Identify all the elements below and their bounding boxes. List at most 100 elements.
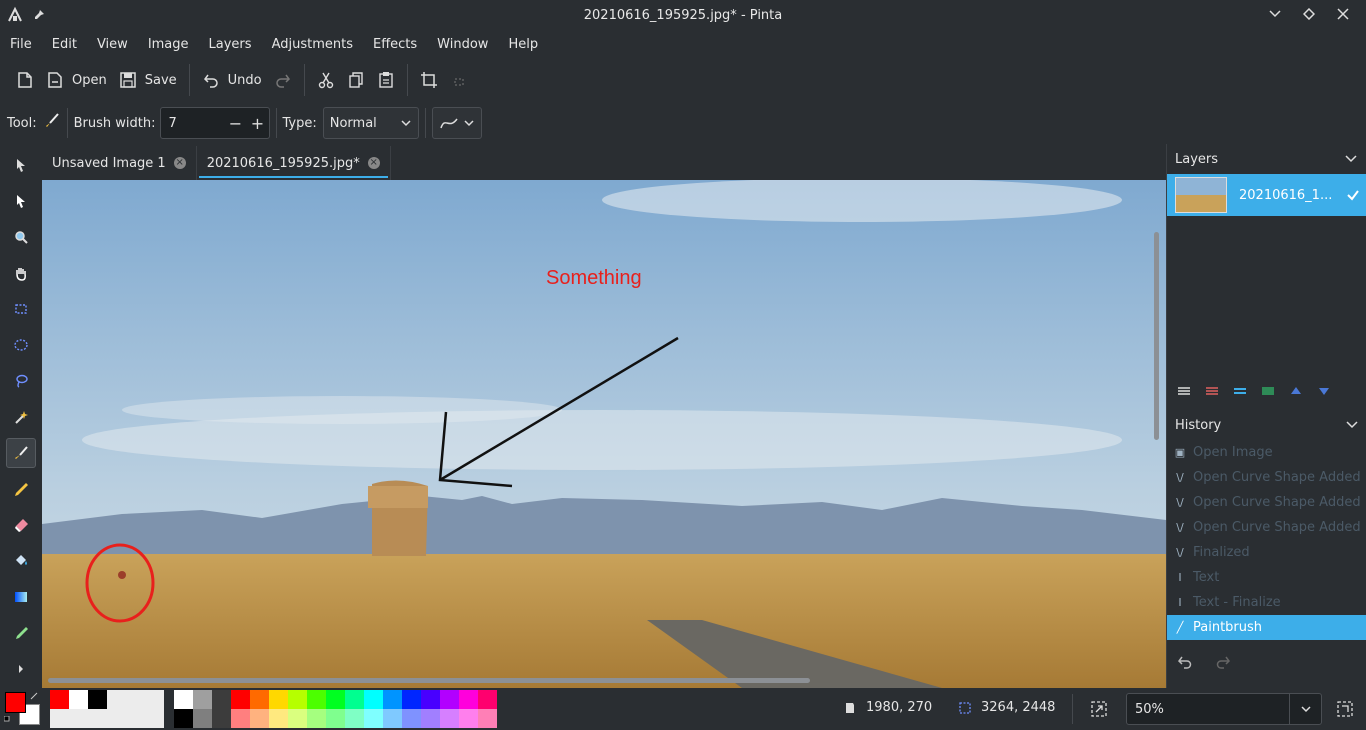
menu-effects[interactable]: Effects xyxy=(373,37,417,52)
pan-tool[interactable] xyxy=(6,258,36,288)
menu-help[interactable]: Help xyxy=(508,37,538,52)
menu-edit[interactable]: Edit xyxy=(52,37,77,52)
palette-swatch[interactable] xyxy=(364,690,383,709)
palette-swatch[interactable] xyxy=(250,690,269,709)
palette-swatch[interactable] xyxy=(421,709,440,728)
palette-swatch[interactable] xyxy=(402,709,421,728)
history-item[interactable]: I Text - Finalize xyxy=(1167,590,1366,615)
add-layer-icon[interactable] xyxy=(1177,384,1191,398)
reset-colors-icon[interactable] xyxy=(4,716,12,724)
close-tab-icon[interactable]: × xyxy=(367,157,380,169)
palette-swatch[interactable] xyxy=(459,709,478,728)
redo-icon[interactable] xyxy=(1215,654,1231,670)
history-header[interactable]: History xyxy=(1167,410,1366,440)
color-picker-tool[interactable] xyxy=(6,618,36,648)
palette-swatch[interactable] xyxy=(88,709,107,728)
vertical-scrollbar[interactable] xyxy=(1154,232,1159,440)
zoom-select[interactable]: 50% xyxy=(1126,693,1322,725)
history-item[interactable]: \/ Open Curve Shape Added xyxy=(1167,515,1366,540)
palette-swatch[interactable] xyxy=(345,709,364,728)
palette-swatch[interactable] xyxy=(364,709,383,728)
palette-swatch[interactable] xyxy=(231,709,250,728)
close-tab-icon[interactable]: × xyxy=(173,157,186,169)
pin-icon[interactable] xyxy=(32,6,48,28)
palette-swatch[interactable] xyxy=(326,709,345,728)
copy-button[interactable] xyxy=(341,63,371,97)
history-item[interactable]: I Text xyxy=(1167,565,1366,590)
palette-swatch[interactable] xyxy=(383,690,402,709)
more-tools-button[interactable] xyxy=(6,654,36,684)
brush-width-value[interactable]: 7 xyxy=(161,116,225,131)
tab-unsaved-image-1[interactable]: Unsaved Image 1 × xyxy=(42,146,197,180)
move-selection-tool[interactable] xyxy=(6,186,36,216)
palette-swatch[interactable] xyxy=(50,709,69,728)
crop-button[interactable] xyxy=(414,63,444,97)
redo-button[interactable] xyxy=(268,63,298,97)
undo-button[interactable]: Undo xyxy=(196,63,268,97)
palette-swatch[interactable] xyxy=(478,709,497,728)
palette-swatch[interactable] xyxy=(402,690,421,709)
palette-swatch[interactable] xyxy=(174,709,193,728)
pencil-tool[interactable] xyxy=(6,474,36,504)
magic-wand-tool[interactable] xyxy=(6,402,36,432)
palette-swatch[interactable] xyxy=(288,690,307,709)
decrease-icon[interactable]: − xyxy=(225,114,247,133)
palette-swatch[interactable] xyxy=(50,690,69,709)
zoom-fit-icon[interactable] xyxy=(1090,700,1108,718)
duplicate-layer-icon[interactable] xyxy=(1233,384,1247,398)
paint-bucket-tool[interactable] xyxy=(6,546,36,576)
palette-swatch[interactable] xyxy=(307,690,326,709)
swap-colors-icon[interactable] xyxy=(30,692,38,700)
move-selected-tool[interactable] xyxy=(6,150,36,180)
ellipse-select-tool[interactable] xyxy=(6,330,36,360)
palette-swatch[interactable] xyxy=(307,709,326,728)
menu-adjustments[interactable]: Adjustments xyxy=(272,37,353,52)
layer-item[interactable]: 20210616_1... xyxy=(1167,174,1366,216)
maximize-button[interactable] xyxy=(1300,5,1318,23)
layers-header[interactable]: Layers xyxy=(1167,144,1366,174)
palette-swatch[interactable] xyxy=(126,690,145,709)
menu-window[interactable]: Window xyxy=(437,37,488,52)
palette-swatch[interactable] xyxy=(69,709,88,728)
menu-layers[interactable]: Layers xyxy=(209,37,252,52)
primary-color-swatch[interactable] xyxy=(5,692,26,713)
rectangle-select-tool[interactable] xyxy=(6,294,36,324)
eraser-tool[interactable] xyxy=(6,510,36,540)
palette-swatch[interactable] xyxy=(269,690,288,709)
palette-swatch[interactable] xyxy=(231,690,250,709)
palette-swatch[interactable] xyxy=(440,690,459,709)
cut-button[interactable] xyxy=(311,63,341,97)
history-item[interactable]: \/ Finalized xyxy=(1167,540,1366,565)
palette-swatch[interactable] xyxy=(383,709,402,728)
palette-swatch[interactable] xyxy=(459,690,478,709)
close-button[interactable] xyxy=(1334,5,1352,23)
checkmark-icon[interactable] xyxy=(1346,188,1360,202)
palette-swatch[interactable] xyxy=(126,709,145,728)
brush-width-stepper[interactable]: 7 − + xyxy=(159,107,270,139)
palette-swatch[interactable] xyxy=(107,709,126,728)
palette-swatch[interactable] xyxy=(69,690,88,709)
lasso-select-tool[interactable] xyxy=(6,366,36,396)
horizontal-scrollbar[interactable] xyxy=(48,678,810,683)
palette-swatch[interactable] xyxy=(345,690,364,709)
history-item-selected[interactable]: ╱ Paintbrush xyxy=(1167,615,1366,640)
type-select[interactable]: Normal xyxy=(322,107,419,139)
undo-icon[interactable] xyxy=(1177,654,1193,670)
tab-active-image[interactable]: 20210616_195925.jpg* × xyxy=(197,146,391,180)
zoom-dropdown[interactable] xyxy=(1289,694,1321,724)
save-button[interactable]: Save xyxy=(113,63,183,97)
deselect-button[interactable] xyxy=(444,63,474,97)
palette-swatch[interactable] xyxy=(88,690,107,709)
zoom-value[interactable]: 50% xyxy=(1127,702,1289,717)
menu-image[interactable]: Image xyxy=(148,37,189,52)
zoom-tool[interactable] xyxy=(6,222,36,252)
antialias-select[interactable] xyxy=(431,107,482,139)
palette-swatch[interactable] xyxy=(212,690,231,709)
palette-swatch[interactable] xyxy=(269,709,288,728)
delete-layer-icon[interactable] xyxy=(1205,384,1219,398)
palette-swatch[interactable] xyxy=(421,690,440,709)
palette-swatch[interactable] xyxy=(212,709,231,728)
paste-button[interactable] xyxy=(371,63,401,97)
palette-swatch[interactable] xyxy=(478,690,497,709)
palette-swatch[interactable] xyxy=(193,709,212,728)
